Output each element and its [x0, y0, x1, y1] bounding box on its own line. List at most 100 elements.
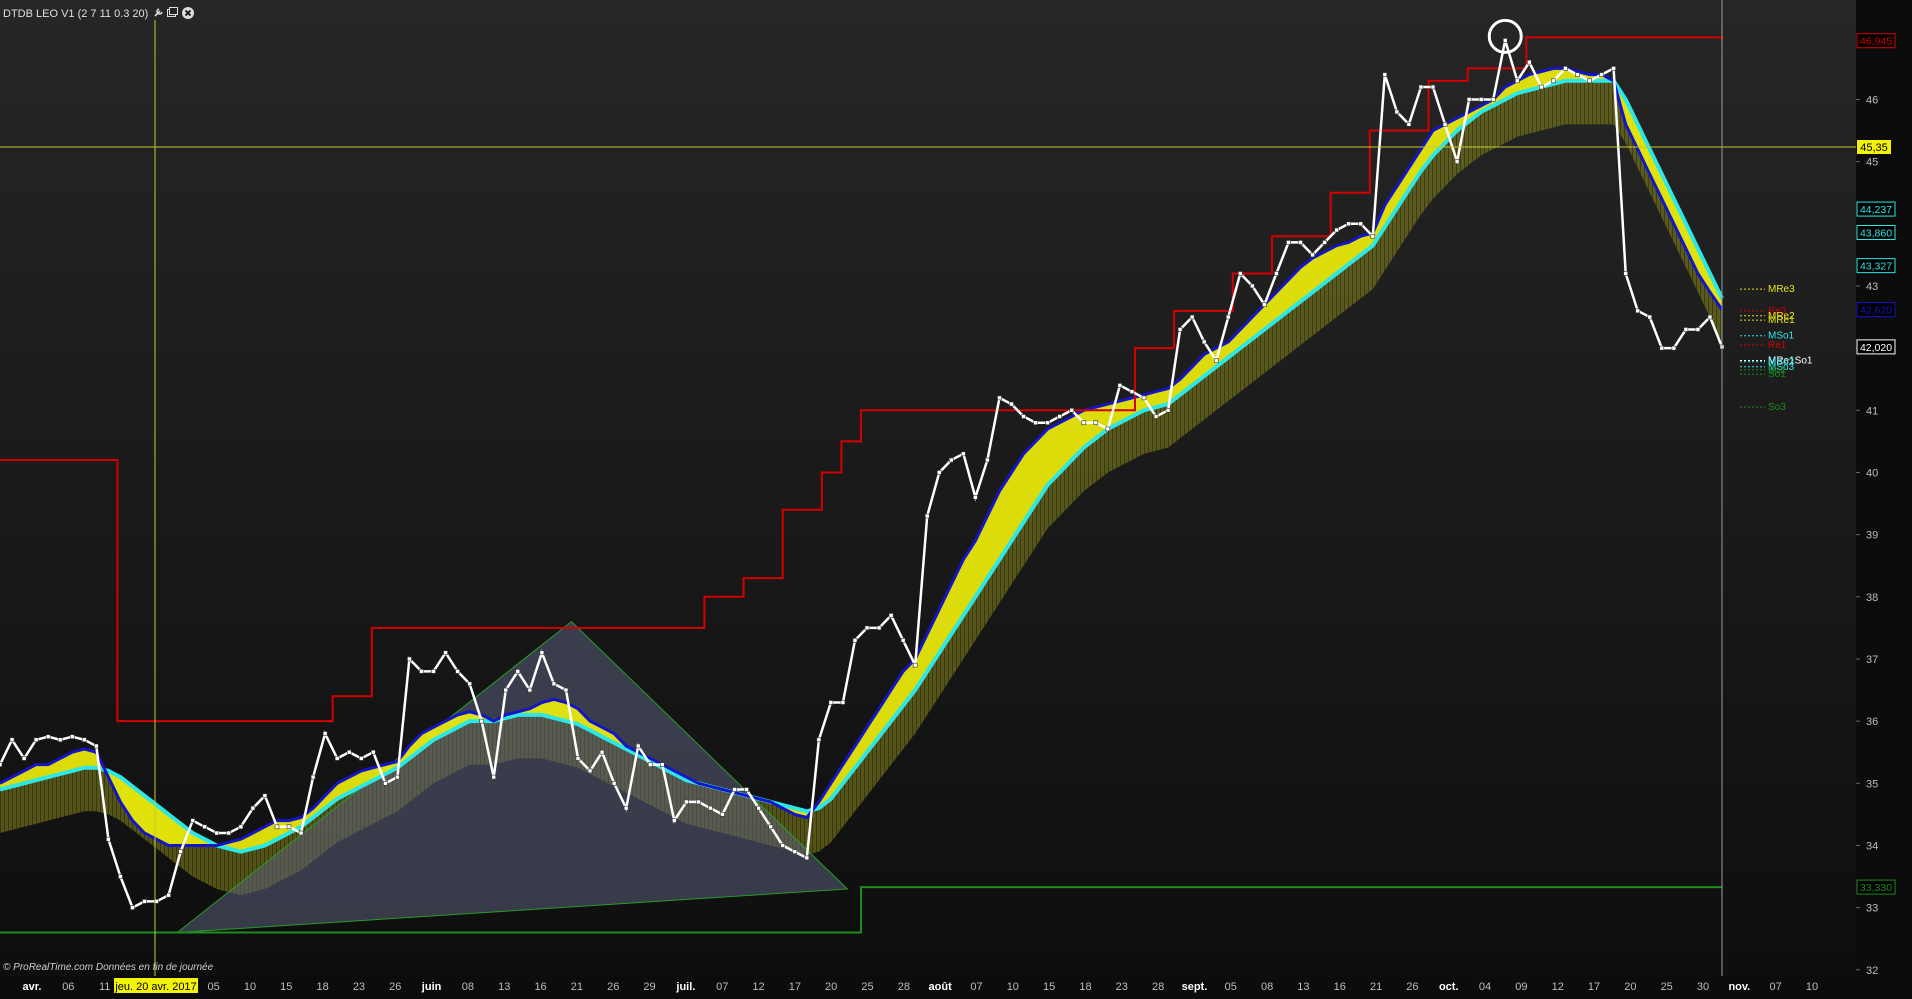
price-point [1382, 72, 1388, 77]
x-tick-label: 16 [1334, 981, 1346, 993]
price-point [888, 613, 894, 618]
x-tick-label: 28 [1152, 981, 1164, 993]
y-tick-label: 37 [1866, 654, 1878, 666]
price-point [732, 787, 737, 792]
price-point [1298, 240, 1303, 245]
price-point [1683, 327, 1689, 332]
x-tick-label: 21 [571, 981, 583, 993]
price-point [9, 737, 15, 743]
price-point [1117, 383, 1123, 388]
x-tick-label: juin [421, 981, 442, 993]
x-tick-label: 15 [280, 981, 292, 993]
price-point [1045, 420, 1050, 426]
price-point [1659, 345, 1665, 351]
price-point [551, 681, 557, 687]
y-tick-label: 41 [1866, 405, 1878, 417]
y-tick-label: 33 [1866, 903, 1878, 915]
price-point [1262, 302, 1267, 307]
price-point [21, 756, 27, 761]
price-label: 44,237 [1860, 204, 1892, 216]
price-point [780, 843, 786, 848]
price-point [286, 824, 292, 830]
price-point [1105, 426, 1111, 432]
price-point [81, 737, 87, 743]
x-tick-label: 08 [1261, 981, 1273, 993]
price-point [455, 669, 460, 674]
price-point [310, 774, 316, 780]
x-tick-label: 12 [752, 981, 764, 993]
x-tick-label: 15 [1043, 981, 1055, 993]
price-point [346, 749, 352, 755]
price-point [575, 756, 581, 761]
price-point [443, 650, 448, 656]
price-point [57, 737, 63, 743]
price-point [1153, 414, 1159, 419]
x-tick-label: 12 [1552, 981, 1564, 993]
x-tick-label: 10 [1806, 981, 1818, 993]
x-tick-label: 26 [1406, 981, 1418, 993]
price-point [106, 836, 111, 842]
price-point [1418, 84, 1424, 90]
price-point [298, 830, 304, 836]
price-point [226, 830, 232, 836]
x-tick-label: oct. [1439, 981, 1459, 993]
price-point [1707, 314, 1713, 320]
price-point [1539, 84, 1544, 90]
price-point [1225, 314, 1231, 320]
price-point [33, 737, 39, 743]
price-point [1274, 271, 1279, 276]
price-point [1033, 420, 1038, 426]
price-point [949, 457, 954, 463]
price-point [1430, 84, 1436, 90]
price-point [1093, 420, 1099, 426]
price-point [1611, 66, 1616, 71]
price-point [1370, 233, 1376, 239]
y-tick-label: 32 [1866, 965, 1878, 977]
price-point [1334, 227, 1339, 233]
price-point [1502, 38, 1508, 43]
price-point [479, 718, 484, 724]
price-point [1141, 395, 1147, 401]
level-label: So1 [1768, 369, 1786, 380]
price-point [1189, 314, 1195, 320]
x-tick-label: 25 [1661, 981, 1673, 993]
indicator-title: DTDB LEO V1 (2 7 11 0.3 20) [3, 8, 148, 20]
price-point [1695, 327, 1701, 332]
price-point [1478, 97, 1484, 102]
price-point [431, 669, 436, 674]
x-tick-label: sept. [1182, 981, 1208, 993]
price-point [1599, 72, 1604, 77]
price-point [1346, 221, 1351, 227]
y-tick-label: 35 [1866, 778, 1878, 790]
price-point [322, 731, 328, 736]
price-point [1201, 339, 1207, 345]
price-point [407, 656, 412, 662]
price-point [720, 812, 725, 817]
price-point [672, 818, 677, 823]
price-point [1250, 283, 1255, 289]
price-label: 46,945 [1860, 36, 1892, 48]
price-point [684, 799, 689, 805]
price-point [900, 638, 906, 643]
price-point [997, 395, 1002, 401]
price-point [599, 749, 605, 755]
x-tick-label: 23 [353, 981, 365, 993]
price-point [804, 855, 810, 861]
price-point [371, 749, 376, 755]
price-point [1081, 420, 1087, 426]
price-point [527, 687, 533, 693]
price-point [660, 762, 665, 767]
price-point [358, 756, 364, 761]
y-tick-label: 34 [1866, 840, 1878, 852]
price-point [1514, 78, 1520, 84]
level-label: MRe1 [1768, 315, 1795, 326]
price-point [876, 625, 882, 631]
level-label: So3 [1768, 402, 1786, 413]
close-icon[interactable] [182, 7, 194, 19]
price-point [69, 734, 75, 739]
price-point [94, 743, 99, 749]
price-point [792, 849, 798, 854]
price-point [1671, 345, 1677, 351]
price-point [816, 737, 822, 743]
x-tick-label: 10 [244, 981, 256, 993]
